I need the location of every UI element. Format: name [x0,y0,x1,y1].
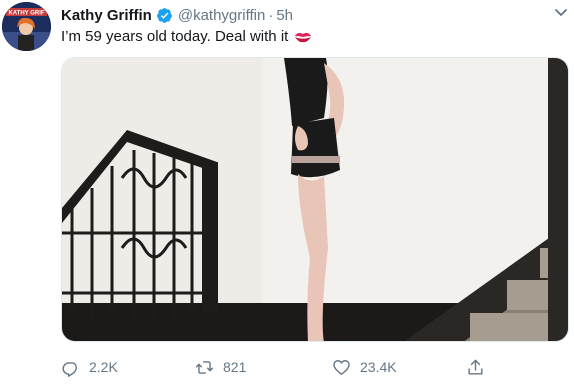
tweet-text: I’m 59 years old today. Deal with it [61,28,289,45]
avatar-image: KATHY GRIF [2,2,51,51]
tweet-photo[interactable] [61,57,569,342]
tweet-card[interactable]: KATHY GRIF Kathy Griffin @kathygriffin ·… [0,0,574,388]
like-count: 23.4K [360,359,397,375]
action-bar: 2.2K 821 23.4K [61,356,571,378]
reply-icon [62,361,77,377]
kiss-mark-emoji [295,32,312,42]
retweet-button[interactable]: 821 [195,356,246,378]
verified-badge-icon [156,7,172,23]
chevron-down-icon[interactable] [553,6,569,20]
separator-dot: · [268,6,274,24]
tweet-header: Kathy Griffin @kathygriffin · 5h [61,5,293,25]
share-icon [468,359,483,375]
author-handle[interactable]: @kathygriffin [178,7,266,24]
tweet-text-row: I’m 59 years old today. Deal with it [61,28,312,45]
tweet-timestamp[interactable]: 5h [276,7,293,24]
photo-staircase [62,58,568,341]
avatar[interactable]: KATHY GRIF [2,2,51,51]
avatar-caption: KATHY GRIF [8,11,44,17]
heart-icon [333,359,350,375]
share-button[interactable] [466,356,494,378]
author-name[interactable]: Kathy Griffin [61,7,152,24]
retweet-count: 821 [223,359,247,375]
reply-count: 2.2K [89,359,118,375]
retweet-icon [195,360,214,374]
reply-button[interactable]: 2.2K [61,356,118,378]
like-button[interactable]: 23.4K [332,356,397,378]
